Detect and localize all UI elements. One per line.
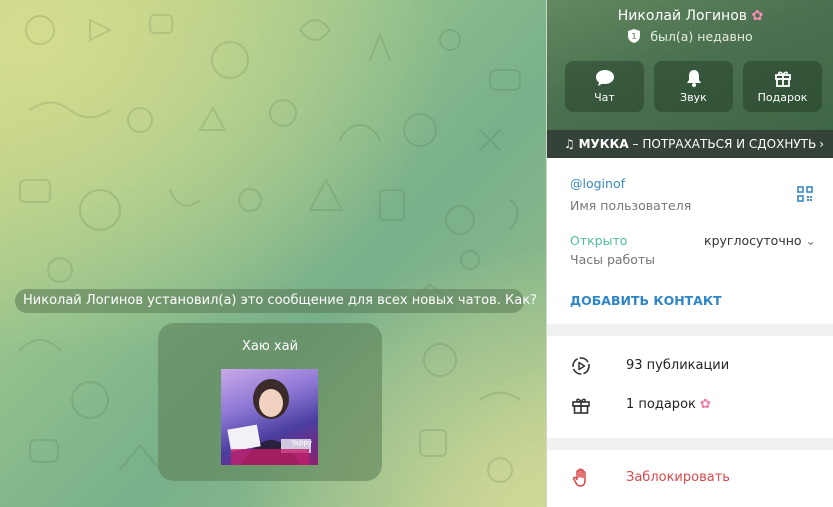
flower-emoji-icon: ✿ <box>751 8 764 24</box>
business-hours-dropdown[interactable]: круглосуточно ⌄ <box>704 233 816 248</box>
svg-text:1: 1 <box>632 32 637 41</box>
shield-icon: 1 <box>628 29 641 43</box>
gift-button-label: Подарок <box>757 91 808 104</box>
gift-icon <box>774 71 791 87</box>
profile-header: Николай Логинов ✿ 1 был(а) недавно Чат З… <box>547 0 833 130</box>
business-hours-state: Открыто <box>570 233 628 248</box>
profile-panel: Николай Логинов ✿ 1 был(а) недавно Чат З… <box>546 0 833 507</box>
chevron-down-icon: ⌄ <box>805 233 816 248</box>
username-label: Имя пользователя <box>570 198 692 213</box>
profile-media-section: 93 публикации 1 подарок ✿ <box>547 336 833 438</box>
publications-row[interactable]: 93 публикации <box>547 348 833 384</box>
profile-status: 1 был(а) недавно <box>547 29 833 44</box>
profile-music-bar[interactable]: ♫ МУККА – ПОТРАХАТЬСЯ И СДОХНУТЬ › <box>547 130 833 158</box>
profile-name-text: Николай Логинов <box>617 8 748 24</box>
hand-stop-icon <box>572 468 586 487</box>
flower-emoji-icon: ✿ <box>700 397 711 412</box>
chevron-right-icon: › <box>819 137 824 151</box>
profile-actions: Чат Звук Подарок <box>565 61 822 112</box>
add-contact-button[interactable]: ДОБАВИТЬ КОНТАКТ <box>570 293 722 308</box>
username-link[interactable]: @loginof <box>570 176 625 191</box>
message-card[interactable]: Хаю хай Yappy <box>158 323 382 481</box>
sound-button-label: Звук <box>680 91 707 104</box>
message-title: Хаю хай <box>241 339 299 354</box>
gift-button[interactable]: Подарок <box>743 61 822 112</box>
gift-icon <box>572 398 590 414</box>
profile-status-text: был(а) недавно <box>650 29 753 44</box>
music-note-icon: ♫ <box>564 137 575 151</box>
profile-info-section: @loginof Имя пользователя Открыто кругло… <box>547 158 833 324</box>
gifts-count: 1 подарок <box>626 397 696 412</box>
bell-icon <box>686 70 701 87</box>
business-hours-label: Часы работы <box>570 252 656 267</box>
chat-bubble-icon <box>595 70 614 86</box>
sound-button[interactable]: Звук <box>654 61 733 112</box>
qr-code-icon[interactable] <box>797 186 813 202</box>
pinned-message-notice[interactable]: Николай Логинов установил(а) это сообщен… <box>15 289 537 313</box>
block-user-button[interactable]: Заблокировать <box>547 460 833 496</box>
gifts-count-wrap: 1 подарок ✿ <box>626 397 711 412</box>
block-section: Заблокировать <box>547 450 833 507</box>
business-hours-value: круглосуточно <box>704 233 802 248</box>
chat-button[interactable]: Чат <box>565 61 644 112</box>
block-user-label: Заблокировать <box>626 470 730 485</box>
publications-count: 93 публикации <box>626 358 730 373</box>
music-separator: – <box>628 137 643 151</box>
chat-area: Николай Логинов установил(а) это сообщен… <box>0 0 546 507</box>
chat-button-label: Чат <box>594 91 615 104</box>
sticker-illustration <box>227 379 311 465</box>
stories-play-icon <box>572 357 590 375</box>
sticker-image[interactable]: Yappy <box>221 369 318 465</box>
music-title: ПОТРАХАТЬСЯ И СДОХНУТЬ <box>642 137 817 151</box>
music-artist: МУККА <box>578 137 629 151</box>
profile-name: Николай Логинов ✿ <box>547 8 833 24</box>
gifts-row[interactable]: 1 подарок ✿ <box>547 387 833 423</box>
sticker-caption: Yappy <box>291 439 312 447</box>
